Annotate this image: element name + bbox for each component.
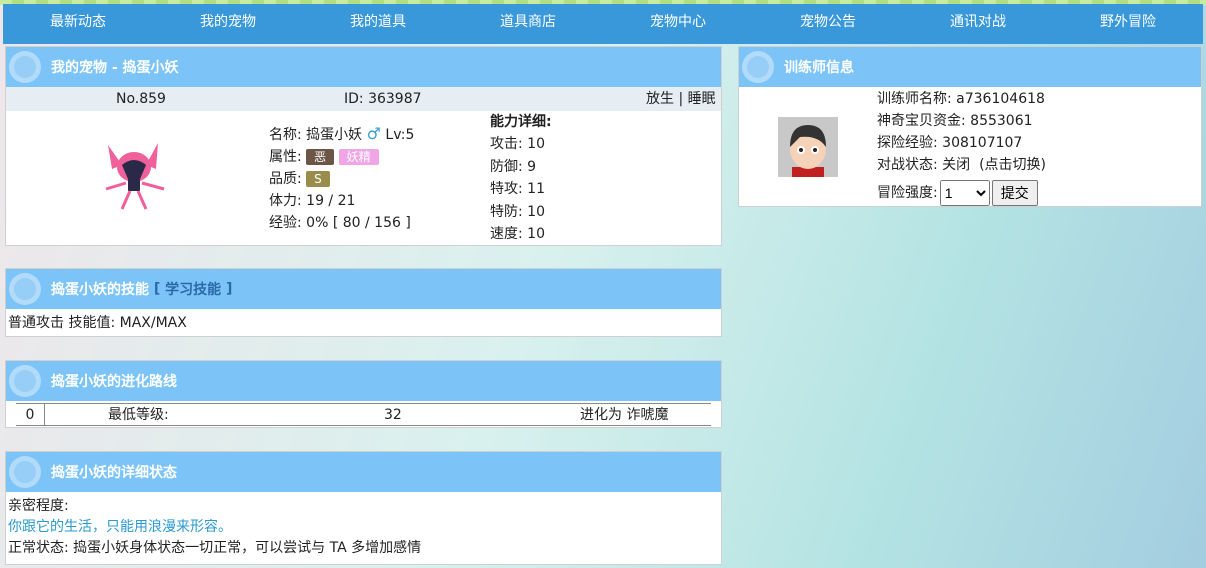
- intimacy-label: 亲密程度:: [8, 498, 69, 514]
- skill-item: 普通攻击 技能值: MAX/MAX: [8, 315, 187, 331]
- bracket: ]: [226, 281, 233, 297]
- evo-level: 32: [384, 407, 402, 423]
- nav-my-pets[interactable]: 我的宠物: [153, 4, 303, 44]
- nav-my-items[interactable]: 我的道具: [303, 4, 453, 44]
- pokeball-icon: [9, 273, 41, 305]
- trainer-money: 神奇宝贝资金: 8553061: [877, 113, 1033, 129]
- battle-label: 对战状态:: [877, 157, 938, 173]
- separator: |: [678, 91, 684, 107]
- health-status: 正常状态: 捣蛋小妖身体状态一切正常，可以尝试与 TA 多增加感情: [8, 540, 422, 556]
- toggle-hint: (点击切换): [979, 157, 1047, 173]
- trainer-exp: 探险经验: 308107107: [877, 135, 1023, 151]
- pet-body: 名称: 捣蛋小妖 ♂ Lv:5 属性: 恶 妖精 品质: S 体力: 19 / …: [6, 111, 721, 245]
- attr-label: 属性:: [269, 149, 302, 165]
- stat-speed: 速度: 10: [490, 226, 545, 242]
- evolution-row: 0 最低等级: 32 进化为 诈唬魔: [16, 403, 711, 426]
- submit-button[interactable]: 提交: [991, 180, 1038, 206]
- panel-title: 我的宠物 - 捣蛋小妖: [51, 60, 179, 76]
- pet-exp: 经验: 0% [ 80 / 156 ]: [269, 215, 411, 231]
- pet-sprite: [105, 143, 165, 210]
- intimacy-text: 你跟它的生活，只能用浪漫来形容。: [8, 519, 232, 535]
- stat-sp-defense: 特防: 10: [490, 204, 545, 220]
- nav-announcements[interactable]: 宠物公告: [753, 4, 903, 44]
- quality-label: 品质:: [269, 171, 302, 187]
- evo-target: 进化为 诈唬魔: [580, 407, 669, 423]
- bracket: [: [153, 281, 161, 297]
- sleep-link[interactable]: 睡眠: [688, 91, 716, 107]
- nav-news[interactable]: 最新动态: [3, 4, 153, 44]
- pokeball-icon: [742, 51, 774, 83]
- stat-attack: 攻击: 10: [490, 136, 545, 152]
- main-nav: 最新动态 我的宠物 我的道具 道具商店 宠物中心 宠物公告 通讯对战 野外冒险: [3, 4, 1203, 44]
- pet-info-row: No.859 ID: 363987 放生 | 睡眠: [6, 87, 721, 111]
- stat-defense: 防御: 9: [490, 159, 537, 175]
- trainer-name: 训练师名称: a736104618: [877, 91, 1045, 107]
- panel-header: 我的宠物 - 捣蛋小妖: [6, 47, 721, 87]
- type-badge-fairy: 妖精: [338, 149, 379, 165]
- quality-badge: S: [306, 171, 330, 187]
- pet-panel: 我的宠物 - 捣蛋小妖 No.859 ID: 363987 放生 | 睡眠 名称…: [5, 46, 722, 246]
- evo-index: 0: [16, 404, 45, 426]
- difficulty-select[interactable]: 1: [939, 180, 990, 206]
- stat-sp-attack: 特攻: 11: [490, 181, 545, 197]
- status-panel: 捣蛋小妖的详细状态 亲密程度: 你跟它的生活，只能用浪漫来形容。 正常状态: 捣…: [5, 451, 722, 565]
- trainer-avatar: [778, 117, 838, 177]
- pokeball-icon: [9, 456, 41, 488]
- panel-title: 捣蛋小妖的详细状态: [51, 465, 177, 481]
- nav-adventure[interactable]: 野外冒险: [1053, 4, 1203, 44]
- panel-title: 捣蛋小妖的进化路线: [51, 374, 177, 390]
- nav-pet-center[interactable]: 宠物中心: [603, 4, 753, 44]
- male-icon: ♂: [366, 124, 381, 143]
- pokeball-icon: [9, 51, 41, 83]
- pokeball-icon: [9, 365, 41, 397]
- evo-label: 最低等级:: [108, 407, 169, 423]
- pet-hp: 体力: 19 / 21: [269, 193, 356, 209]
- type-badge-dark: 恶: [306, 149, 335, 165]
- pet-number: No.859: [116, 91, 166, 107]
- name-label: 名称:: [269, 127, 302, 143]
- nav-battle[interactable]: 通讯对战: [903, 4, 1053, 44]
- pet-name: 捣蛋小妖: [306, 127, 363, 143]
- skills-panel: 捣蛋小妖的技能 [ 学习技能 ] 普通攻击 技能值: MAX/MAX: [5, 268, 722, 337]
- nav-item-shop[interactable]: 道具商店: [453, 4, 603, 44]
- panel-title: 训练师信息: [784, 60, 854, 76]
- learn-skill-link[interactable]: 学习技能: [165, 279, 221, 299]
- evolution-panel: 捣蛋小妖的进化路线 0 最低等级: 32 进化为 诈唬魔: [5, 360, 722, 428]
- pet-level: Lv:5: [385, 127, 415, 143]
- trainer-panel: 训练师信息 训练师名称: a736104618 神奇宝贝资金: 8553061 …: [738, 46, 1202, 207]
- battle-status: 关闭: [942, 157, 971, 173]
- ability-title: 能力详细:: [490, 114, 552, 130]
- release-link[interactable]: 放生: [646, 91, 674, 107]
- difficulty-label: 冒险强度:: [877, 184, 938, 201]
- pet-id: ID: 363987: [344, 91, 422, 107]
- panel-title: 捣蛋小妖的技能: [51, 282, 149, 298]
- battle-toggle[interactable]: 关闭 (点击切换): [942, 157, 1046, 173]
